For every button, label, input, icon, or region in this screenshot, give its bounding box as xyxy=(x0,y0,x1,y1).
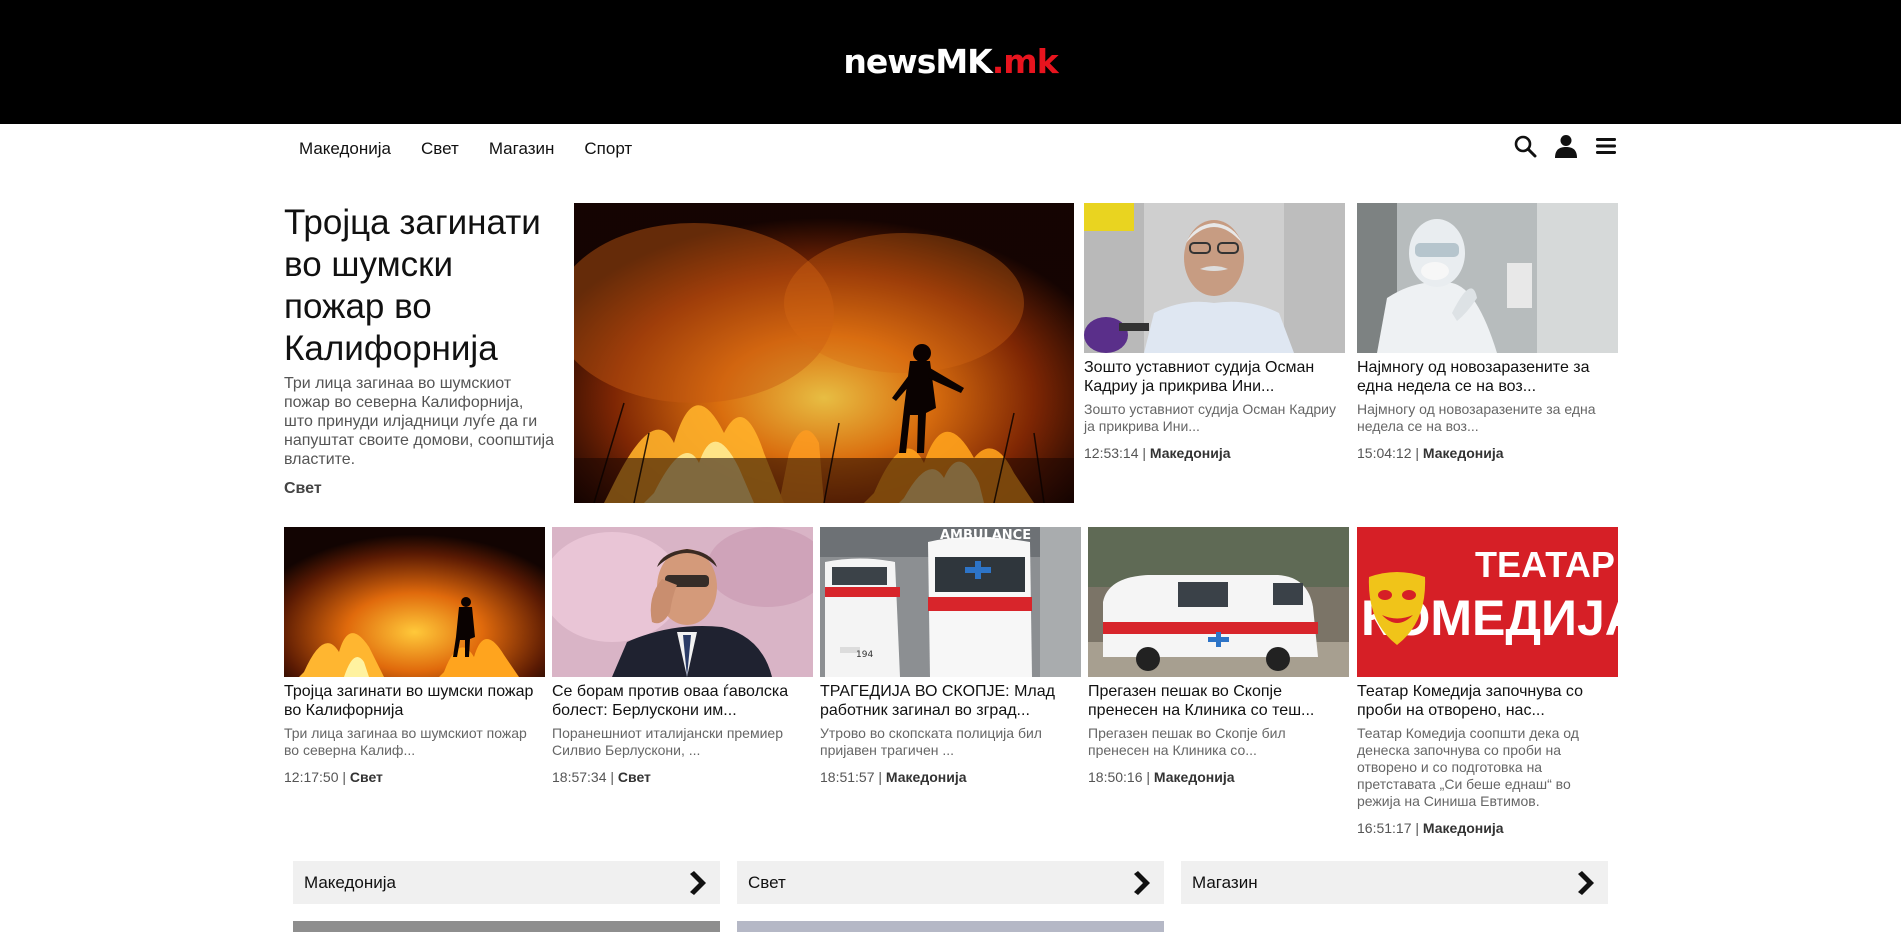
theater-word-1: ТЕАТАР xyxy=(1475,544,1615,585)
card-description: Утрово во скопската полиција бил пријаве… xyxy=(820,725,1042,758)
chevron-right-icon[interactable] xyxy=(1572,871,1596,895)
logo-main: newsMK xyxy=(843,42,992,81)
card-time: 18:57:34 xyxy=(552,769,607,785)
card-meta: 18:51:57 | Македонија xyxy=(820,769,1081,785)
news-card[interactable]: Се борам против оваа ѓаволска болест: Бе… xyxy=(552,527,813,785)
card-image-judge[interactable] xyxy=(1084,203,1345,353)
card-image-fire[interactable] xyxy=(284,527,545,677)
meta-separator: | xyxy=(1415,820,1420,836)
card-description: Поранешниот италијански премиер Силвио Б… xyxy=(552,725,783,758)
card-time: 16:51:17 xyxy=(1357,820,1412,836)
card-meta: 18:57:34 | Свет xyxy=(552,769,813,785)
card-title[interactable]: Најмногу од новозаразените за една недел… xyxy=(1357,358,1618,396)
news-card[interactable]: Зошто уставниот судија Осман Кадриу ја п… xyxy=(1084,203,1345,461)
logo-suffix: .mk xyxy=(991,42,1059,81)
news-card[interactable]: 194 AMBULANCE ТРАГЕДИЈА ВО СКОПЈЕ: Млад … xyxy=(820,527,1081,785)
meta-separator: | xyxy=(1142,445,1147,461)
nav-item-sport[interactable]: Спорт xyxy=(584,139,632,159)
ambulance-plate: 194 xyxy=(856,650,873,660)
card-description: Зошто уставниот судија Осман Кадриу ја п… xyxy=(1084,401,1337,434)
site-header: newsMK.mk xyxy=(0,0,1901,124)
card-time: 12:53:14 xyxy=(1084,445,1139,461)
card-title[interactable]: Зошто уставниот судија Осман Кадриу ја п… xyxy=(1084,358,1345,396)
card-meta: 12:53:14 | Македонија xyxy=(1084,445,1345,461)
card-image-ambulance-street[interactable] xyxy=(1088,527,1349,677)
card-meta: 12:17:50 | Свет xyxy=(284,769,545,785)
card-image-medic[interactable] xyxy=(1357,203,1618,353)
section-bar-svet[interactable]: Свет xyxy=(737,861,1164,904)
card-meta: 16:51:17 | Македонија xyxy=(1357,820,1618,836)
card-title[interactable]: Се борам против оваа ѓаволска болест: Бе… xyxy=(552,682,813,720)
nav-item-makedonija[interactable]: Македонија xyxy=(299,139,391,159)
card-time: 12:17:50 xyxy=(284,769,339,785)
nav-links: Македонија Свет Магазин Спорт xyxy=(299,139,662,159)
card-time: 18:50:16 xyxy=(1088,769,1143,785)
card-title[interactable]: ТРАГЕДИЈА ВО СКОПЈЕ: Млад работник загин… xyxy=(820,682,1081,720)
card-category[interactable]: Македонија xyxy=(1154,769,1235,785)
card-title[interactable]: Прегазен пешак во Скопје пренесен на Кли… xyxy=(1088,682,1349,720)
site-logo[interactable]: newsMK.mk xyxy=(0,42,1901,82)
news-card[interactable]: Најмногу од новозаразените за една недел… xyxy=(1357,203,1618,461)
card-description: Најмногу од новозаразените за една недел… xyxy=(1357,401,1596,434)
card-category[interactable]: Македонија xyxy=(886,769,967,785)
card-image-berlusconi[interactable] xyxy=(552,527,813,677)
hero-title[interactable]: Тројца загинати во шумски пожар во Калиф… xyxy=(284,202,562,370)
card-category[interactable]: Македонија xyxy=(1423,820,1504,836)
meta-separator: | xyxy=(1415,445,1420,461)
section-label[interactable]: Свет xyxy=(748,873,786,893)
section-image-preview[interactable] xyxy=(737,921,1164,932)
card-category[interactable]: Свет xyxy=(618,769,651,785)
card-category[interactable]: Свет xyxy=(350,769,383,785)
user-icon[interactable] xyxy=(1554,134,1580,160)
card-meta: 18:50:16 | Македонија xyxy=(1088,769,1349,785)
card-description: Театар Комедија соопшти дека од денеска … xyxy=(1357,725,1579,809)
chevron-right-icon[interactable] xyxy=(684,871,708,895)
menu-icon[interactable] xyxy=(1594,134,1620,160)
news-card[interactable]: Прегазен пешак во Скопје пренесен на Кли… xyxy=(1088,527,1349,785)
nav-item-magazin[interactable]: Магазин xyxy=(489,139,555,159)
news-card[interactable]: Тројца загинати во шумски пожар во Калиф… xyxy=(284,527,545,785)
card-meta: 15:04:12 | Македонија xyxy=(1357,445,1618,461)
meta-separator: | xyxy=(610,769,615,785)
nav-item-svet[interactable]: Свет xyxy=(421,139,459,159)
section-bar-makedonija[interactable]: Македонија xyxy=(293,861,720,904)
hero-category[interactable]: Свет xyxy=(284,480,322,498)
meta-separator: | xyxy=(1146,769,1151,785)
hero-image-fire[interactable] xyxy=(574,203,1074,503)
hero-description: Три лица загинаа во шумскиот пожар во се… xyxy=(284,375,555,468)
chevron-right-icon[interactable] xyxy=(1128,871,1152,895)
card-image-theater[interactable]: ТЕАТАР КОМЕДИЈА xyxy=(1357,527,1618,677)
meta-separator: | xyxy=(878,769,883,785)
card-image-ambulances[interactable]: 194 AMBULANCE xyxy=(820,527,1081,677)
search-icon[interactable] xyxy=(1513,134,1539,160)
card-title[interactable]: Театар Комедија започнува со проби на от… xyxy=(1357,682,1618,720)
section-image-preview[interactable] xyxy=(293,921,720,932)
card-time: 15:04:12 xyxy=(1357,445,1412,461)
card-time: 18:51:57 xyxy=(820,769,875,785)
card-category[interactable]: Македонија xyxy=(1423,445,1504,461)
ambulance-label: AMBULANCE xyxy=(940,528,1031,543)
card-description: Три лица загинаа во шумскиот пожар во се… xyxy=(284,725,527,758)
card-description: Прегазен пешак во Скопје бил пренесен на… xyxy=(1088,725,1286,758)
meta-separator: | xyxy=(342,769,347,785)
section-label[interactable]: Македонија xyxy=(304,873,396,893)
section-label[interactable]: Магазин xyxy=(1192,873,1258,893)
card-title[interactable]: Тројца загинати во шумски пожар во Калиф… xyxy=(284,682,545,720)
section-bar-magazin[interactable]: Магазин xyxy=(1181,861,1608,904)
news-card[interactable]: ТЕАТАР КОМЕДИЈА Театар Комедија започнув… xyxy=(1357,527,1618,836)
card-category[interactable]: Македонија xyxy=(1150,445,1231,461)
